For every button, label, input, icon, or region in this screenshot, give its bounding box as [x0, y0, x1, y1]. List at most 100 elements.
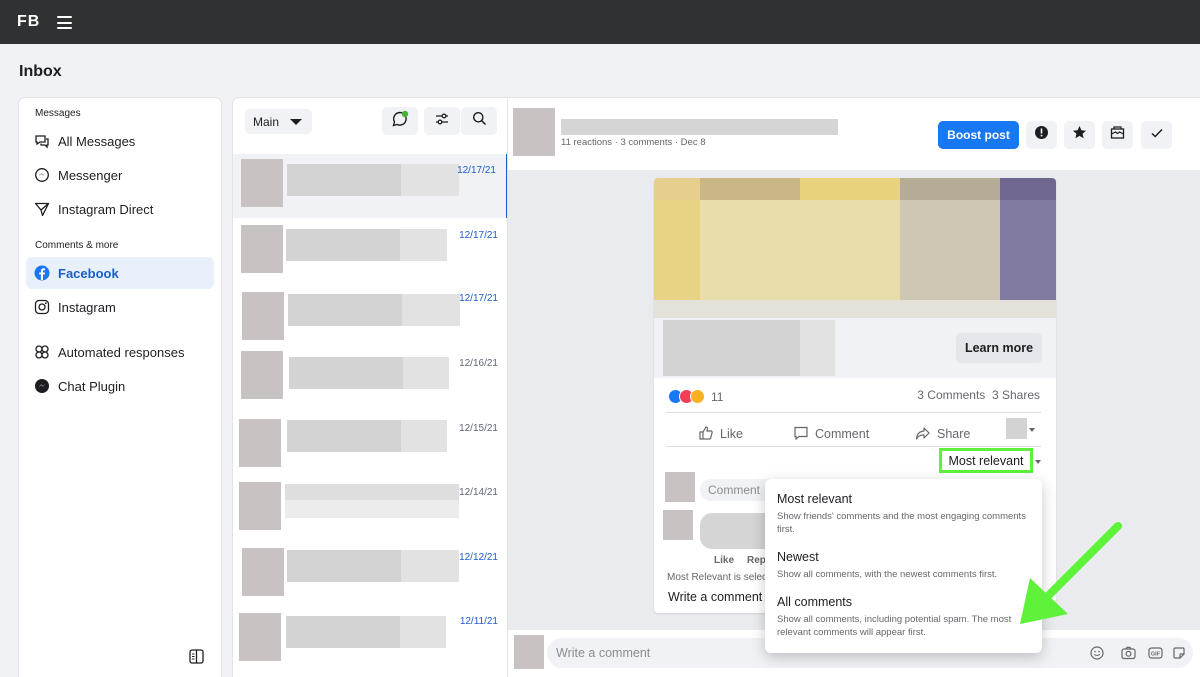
- list-item[interactable]: 12/17/21: [233, 219, 508, 283]
- gif-icon[interactable]: GIF: [1148, 646, 1163, 660]
- learn-more-button[interactable]: Learn more: [956, 333, 1042, 363]
- page-selector-avatar[interactable]: [1006, 418, 1027, 439]
- caret-down-icon: [290, 119, 302, 125]
- link-preview[interactable]: Learn more: [654, 318, 1056, 378]
- option-description: Show all comments, including potential s…: [777, 614, 1012, 638]
- share-label: Share: [937, 427, 971, 441]
- inbox-filter-dropdown[interactable]: Main: [245, 109, 312, 134]
- report-button[interactable]: [1026, 121, 1057, 149]
- sidebar-item-instagram-direct[interactable]: Instagram Direct: [26, 193, 214, 225]
- caret-down-icon: [1029, 428, 1035, 432]
- sidebar-item-messenger[interactable]: Messenger: [26, 159, 214, 191]
- message-date: 12/17/21: [459, 230, 498, 241]
- send-icon: [34, 201, 50, 217]
- boost-post-button[interactable]: Boost post: [938, 121, 1019, 149]
- sidebar-item-label: Chat Plugin: [58, 378, 126, 394]
- mail-icon: [1110, 125, 1125, 145]
- post-image[interactable]: [654, 178, 1056, 318]
- write-comment-link[interactable]: Write a comment: [668, 590, 762, 604]
- hamburger-menu-icon[interactable]: [57, 16, 72, 29]
- message-date: 12/17/21: [457, 165, 496, 176]
- message-date: 12/17/21: [459, 293, 498, 304]
- avatar: [241, 159, 283, 207]
- annotation-arrow: [1010, 520, 1125, 635]
- redacted-preview: [401, 164, 459, 196]
- emoji-icon[interactable]: [1090, 646, 1104, 660]
- sidebar-item-facebook[interactable]: Facebook: [26, 257, 214, 289]
- search-icon: [472, 111, 487, 131]
- app-logo[interactable]: FB: [17, 13, 40, 31]
- dropdown-label: Main: [253, 114, 280, 129]
- list-item[interactable]: 12/17/21: [233, 284, 508, 348]
- camera-icon[interactable]: [1121, 646, 1136, 660]
- list-item[interactable]: 12/16/21: [233, 349, 508, 413]
- top-bar: FB: [0, 0, 1200, 44]
- sort-note: Most Relevant is selec: [667, 572, 768, 583]
- message-date: 12/11/21: [459, 616, 498, 627]
- sidebar-item-all-messages[interactable]: All Messages: [26, 125, 214, 157]
- conversation-filter-button[interactable]: [382, 107, 418, 135]
- share-button[interactable]: Share: [915, 423, 970, 445]
- comments-count[interactable]: 3 Comments: [917, 388, 985, 402]
- mark-done-button[interactable]: [1141, 121, 1172, 149]
- comment-sort-dropdown[interactable]: Most relevant: [939, 448, 1033, 473]
- list-item[interactable]: 12/14/21: [233, 479, 508, 543]
- sidebar-item-label: Instagram Direct: [58, 201, 154, 217]
- chat-check-icon: [391, 110, 409, 133]
- list-item[interactable]: 12/11/21: [233, 609, 508, 673]
- post-header: 11 reactions · 3 comments · Dec 8 Boost …: [508, 98, 1200, 170]
- sort-option-all-comments[interactable]: All comments Show all comments, includin…: [777, 595, 1029, 639]
- thumbs-up-icon: [698, 425, 720, 444]
- alert-icon: [1034, 125, 1049, 145]
- list-item[interactable]: 12/15/21: [233, 414, 508, 478]
- shares-count[interactable]: 3 Shares: [992, 388, 1040, 402]
- avatar: [239, 419, 281, 467]
- redacted-name: [287, 420, 401, 452]
- star-button[interactable]: [1064, 121, 1095, 149]
- share-icon: [915, 425, 937, 444]
- redacted-name: [285, 484, 459, 500]
- message-date: 12/14/21: [459, 487, 498, 498]
- filter-settings-button[interactable]: [424, 107, 460, 135]
- messenger-icon: [34, 378, 50, 394]
- haha-reaction-icon: [690, 389, 705, 404]
- sort-option-newest[interactable]: Newest Show all comments, with the newes…: [777, 550, 1029, 582]
- sidebar-item-label: Messenger: [58, 167, 123, 183]
- sort-option-most-relevant[interactable]: Most relevant Show friends' comments and…: [777, 492, 1029, 536]
- message-date: 12/15/21: [459, 423, 498, 434]
- automation-icon: [34, 344, 50, 360]
- check-icon: [1150, 126, 1164, 145]
- sidebar-item-automated-responses[interactable]: Automated responses: [26, 336, 214, 368]
- page-avatar: [513, 108, 555, 156]
- redacted-preview: [401, 420, 447, 452]
- sidebar-item-instagram[interactable]: Instagram: [26, 291, 214, 323]
- redacted-link-title: [663, 320, 800, 376]
- redacted-name: [287, 164, 401, 196]
- avatar: [239, 613, 281, 661]
- avatar: [239, 482, 281, 530]
- chat-bubbles-icon: [34, 133, 50, 149]
- redacted-name: [287, 550, 401, 582]
- comment-reply-link[interactable]: Rep: [747, 555, 766, 566]
- comment-label: Comment: [815, 427, 870, 441]
- reaction-summary[interactable]: 11: [668, 389, 723, 404]
- sidebar: Messages All Messages Messenger Instagra…: [19, 98, 221, 677]
- redacted-preview: [401, 550, 459, 582]
- sidebar-item-chat-plugin[interactable]: Chat Plugin: [26, 370, 214, 402]
- option-description: Show friends' comments and the most enga…: [777, 511, 1026, 535]
- sticker-icon[interactable]: [1172, 646, 1186, 660]
- redacted-preview: [400, 616, 446, 648]
- comment-button[interactable]: Comment: [793, 423, 869, 445]
- search-button[interactable]: [461, 107, 497, 135]
- reaction-count: 11: [711, 389, 724, 404]
- move-to-spam-button[interactable]: [1102, 121, 1133, 149]
- svg-text:GIF: GIF: [1151, 652, 1161, 658]
- comment-like-link[interactable]: Like: [714, 555, 734, 566]
- list-item[interactable]: 12/17/21: [233, 154, 508, 218]
- collapse-sidebar-icon[interactable]: [189, 649, 204, 669]
- sidebar-item-label: Automated responses: [58, 344, 185, 360]
- post-meta: 11 reactions · 3 comments · Dec 8: [561, 137, 706, 148]
- like-button[interactable]: Like: [698, 423, 743, 445]
- list-item[interactable]: 12/12/21: [233, 544, 508, 608]
- avatar: [242, 292, 284, 340]
